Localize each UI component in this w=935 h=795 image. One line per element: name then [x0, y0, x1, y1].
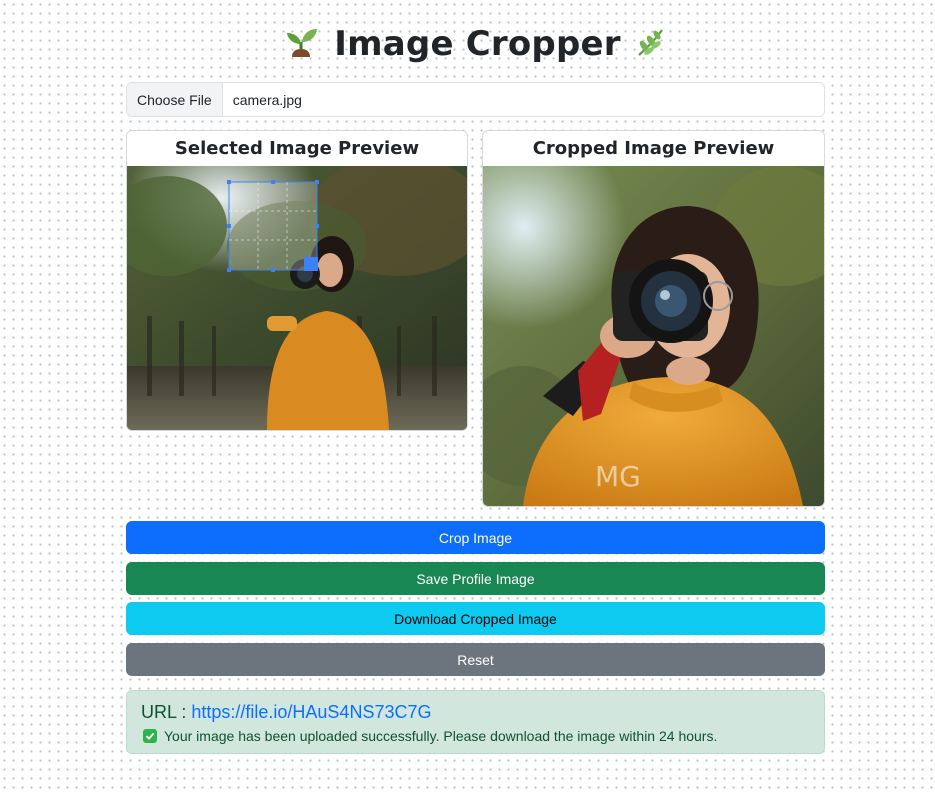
download-cropped-image-button[interactable]: Download Cropped Image [126, 602, 825, 635]
choose-file-button[interactable]: Choose File [127, 83, 223, 116]
url-line: URL : https://file.io/HAuS4NS73C7G [141, 702, 431, 723]
cropped-image: MG [483, 166, 824, 506]
seedling-icon [284, 24, 320, 65]
success-message: Your image has been uploaded successfull… [143, 728, 717, 744]
crop-selection-box [227, 180, 319, 272]
success-message-text: Your image has been uploaded successfull… [164, 728, 718, 744]
cropped-preview-title: Cropped Image Preview [532, 138, 775, 159]
url-label: URL : [141, 702, 187, 722]
check-mark-icon [143, 729, 157, 743]
cropped-preview-card: Cropped Image Preview MG [482, 130, 825, 507]
file-input[interactable]: Choose File camera.jpg [126, 82, 825, 117]
page-title: Image Cropper [334, 24, 621, 64]
herb-icon [635, 26, 667, 63]
header: Image Cropper [126, 18, 825, 70]
save-profile-image-button[interactable]: Save Profile Image [126, 562, 825, 595]
uploaded-url-link[interactable]: https://file.io/HAuS4NS73C7G [191, 702, 431, 722]
selected-image [127, 166, 467, 430]
selected-preview-title: Selected Image Preview [174, 138, 420, 159]
svg-text:MG: MG [595, 460, 641, 493]
selected-preview-card: Selected Image Preview [126, 130, 468, 431]
upload-result-alert: URL : https://file.io/HAuS4NS73C7G Your … [126, 690, 825, 754]
crop-image-button[interactable]: Crop Image [126, 521, 825, 554]
selected-file-name: camera.jpg [232, 91, 302, 108]
reset-button[interactable]: Reset [126, 643, 825, 676]
